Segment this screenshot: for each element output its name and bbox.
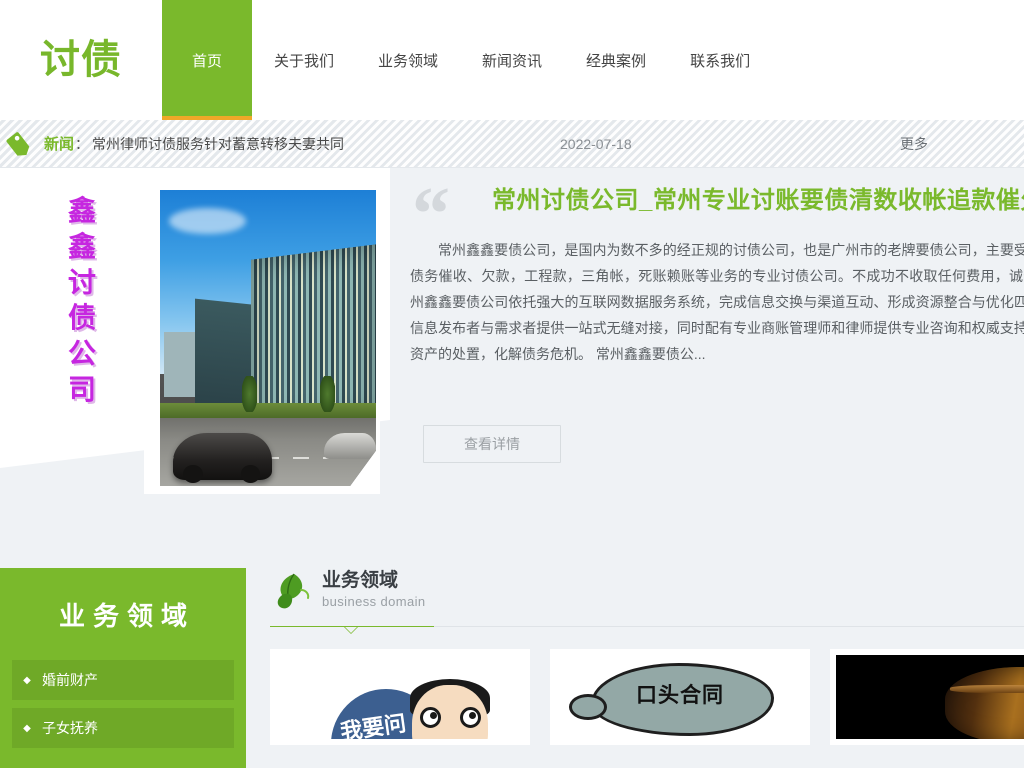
nav-item-home[interactable]: 首页 [162, 0, 252, 120]
diamond-bullet-icon: ◆ [23, 722, 31, 734]
nav-item-about-label: 关于我们 [274, 52, 335, 70]
site-header: 讨债 首页 关于我们 业务领域 新闻资讯 经典案例 联系我们 [0, 0, 1024, 120]
card-image-oral-contract: 口头合同 [556, 655, 804, 739]
section-divider [270, 626, 1024, 636]
news-separator: ： [75, 135, 90, 152]
business-sidebar: 业务领域 ◆ 婚前财产 ◆ 子女抚养 [0, 568, 246, 768]
logo-text: 讨债 [40, 37, 122, 83]
news-label: 新闻 [44, 136, 75, 153]
news-date: 2022-07-18 [560, 135, 632, 152]
section-title-group: 业务领域 business domain [322, 568, 426, 611]
nav-item-cases[interactable]: 经典案例 [564, 0, 668, 120]
section-title-cn: 业务领域 [322, 570, 399, 591]
business-card-list: 我要问 口头合同 [270, 649, 1024, 745]
leaf-icon [270, 568, 316, 614]
tag-icon [6, 129, 36, 159]
nav-item-home-label: 首页 [191, 52, 222, 70]
hero-vertical-title: 鑫鑫讨债公司 [67, 194, 96, 407]
card-gavel-shape [945, 666, 1024, 739]
diamond-bullet-icon: ◆ [23, 674, 31, 686]
hero-photo-frame [144, 190, 380, 494]
sidebar-item-prenuptial-property[interactable]: ◆ 婚前财产 [12, 660, 234, 700]
nav-item-cases-label: 经典案例 [586, 52, 647, 70]
business-card-gavel[interactable] [830, 649, 1024, 745]
photo-grass-strip [160, 403, 376, 418]
photo-tree [242, 376, 258, 412]
section-title-en: business domain [322, 593, 426, 609]
hero-title-link[interactable]: 常州讨债公司_常州专业讨账要债清数收帐追款催欠公司 [492, 180, 1024, 215]
section-header: 业务领域 business domain [270, 568, 1024, 620]
sidebar-list: ◆ 婚前财产 ◆ 子女抚养 [0, 660, 246, 768]
hero-description: 常州鑫鑫要债公司，是国内为数不多的经正规的讨债公司，也是广州市的老牌要债公司，主… [410, 242, 1024, 362]
business-card-consult[interactable]: 我要问 [270, 649, 530, 745]
news-more-link[interactable]: 更多 [900, 134, 928, 154]
business-domain-section: 业务领域 ◆ 婚前财产 ◆ 子女抚养 业务领域 business domain … [0, 568, 1024, 768]
sidebar-heading: 业务领域 [0, 568, 246, 660]
hero-building-photo [160, 190, 376, 486]
nav-item-business[interactable]: 业务领域 [356, 0, 460, 120]
card-pupil-left [429, 712, 437, 720]
sidebar-item-label: 子女抚养 [42, 720, 98, 736]
photo-tree [319, 376, 335, 412]
card-cloud-caption: 口头合同 [636, 682, 724, 707]
nav-item-news-label: 新闻资讯 [482, 52, 543, 70]
business-main-column: 业务领域 business domain 我要问 口头合同 [270, 568, 1024, 745]
hero-text-column: “ 常州讨债公司_常州专业讨账要债清数收帐追款催欠公司 常州鑫鑫要债公司，是国内… [410, 168, 1024, 568]
divider-notch-inner [345, 627, 357, 633]
business-card-oral-contract[interactable]: 口头合同 [550, 649, 810, 745]
site-logo[interactable]: 讨债 [0, 0, 162, 120]
news-ticker-bar: 新闻 ： 常州律师讨债服务针对蓄意转移夫妻共同 2022-07-18 更多 [0, 120, 1024, 168]
nav-item-business-label: 业务领域 [378, 52, 439, 70]
card-gavel-ring [950, 685, 1024, 693]
card-image-gavel [836, 655, 1024, 739]
news-headline-link[interactable]: 常州律师讨债服务针对蓄意转移夫妻共同 [92, 134, 344, 154]
nav-item-news[interactable]: 新闻资讯 [460, 0, 564, 120]
sidebar-item-child-support[interactable]: ◆ 子女抚养 [12, 708, 234, 748]
nav-item-contact[interactable]: 联系我们 [668, 0, 772, 120]
view-details-button[interactable]: 查看详情 [423, 425, 561, 463]
photo-second-car [324, 432, 376, 460]
photo-car [172, 432, 273, 484]
sidebar-item-label: 婚前财产 [42, 672, 98, 688]
main-navigation: 首页 关于我们 业务领域 新闻资讯 经典案例 联系我们 [162, 0, 1024, 120]
card-image-consult: 我要问 [276, 655, 524, 739]
nav-item-contact-label: 联系我们 [690, 52, 751, 70]
nav-item-about[interactable]: 关于我们 [252, 0, 356, 120]
hero-section: 鑫鑫讨债公司 “ 常州讨债公司_常州专业讨账要债清数收帐追款催欠公司 常州鑫鑫要… [0, 168, 1024, 568]
